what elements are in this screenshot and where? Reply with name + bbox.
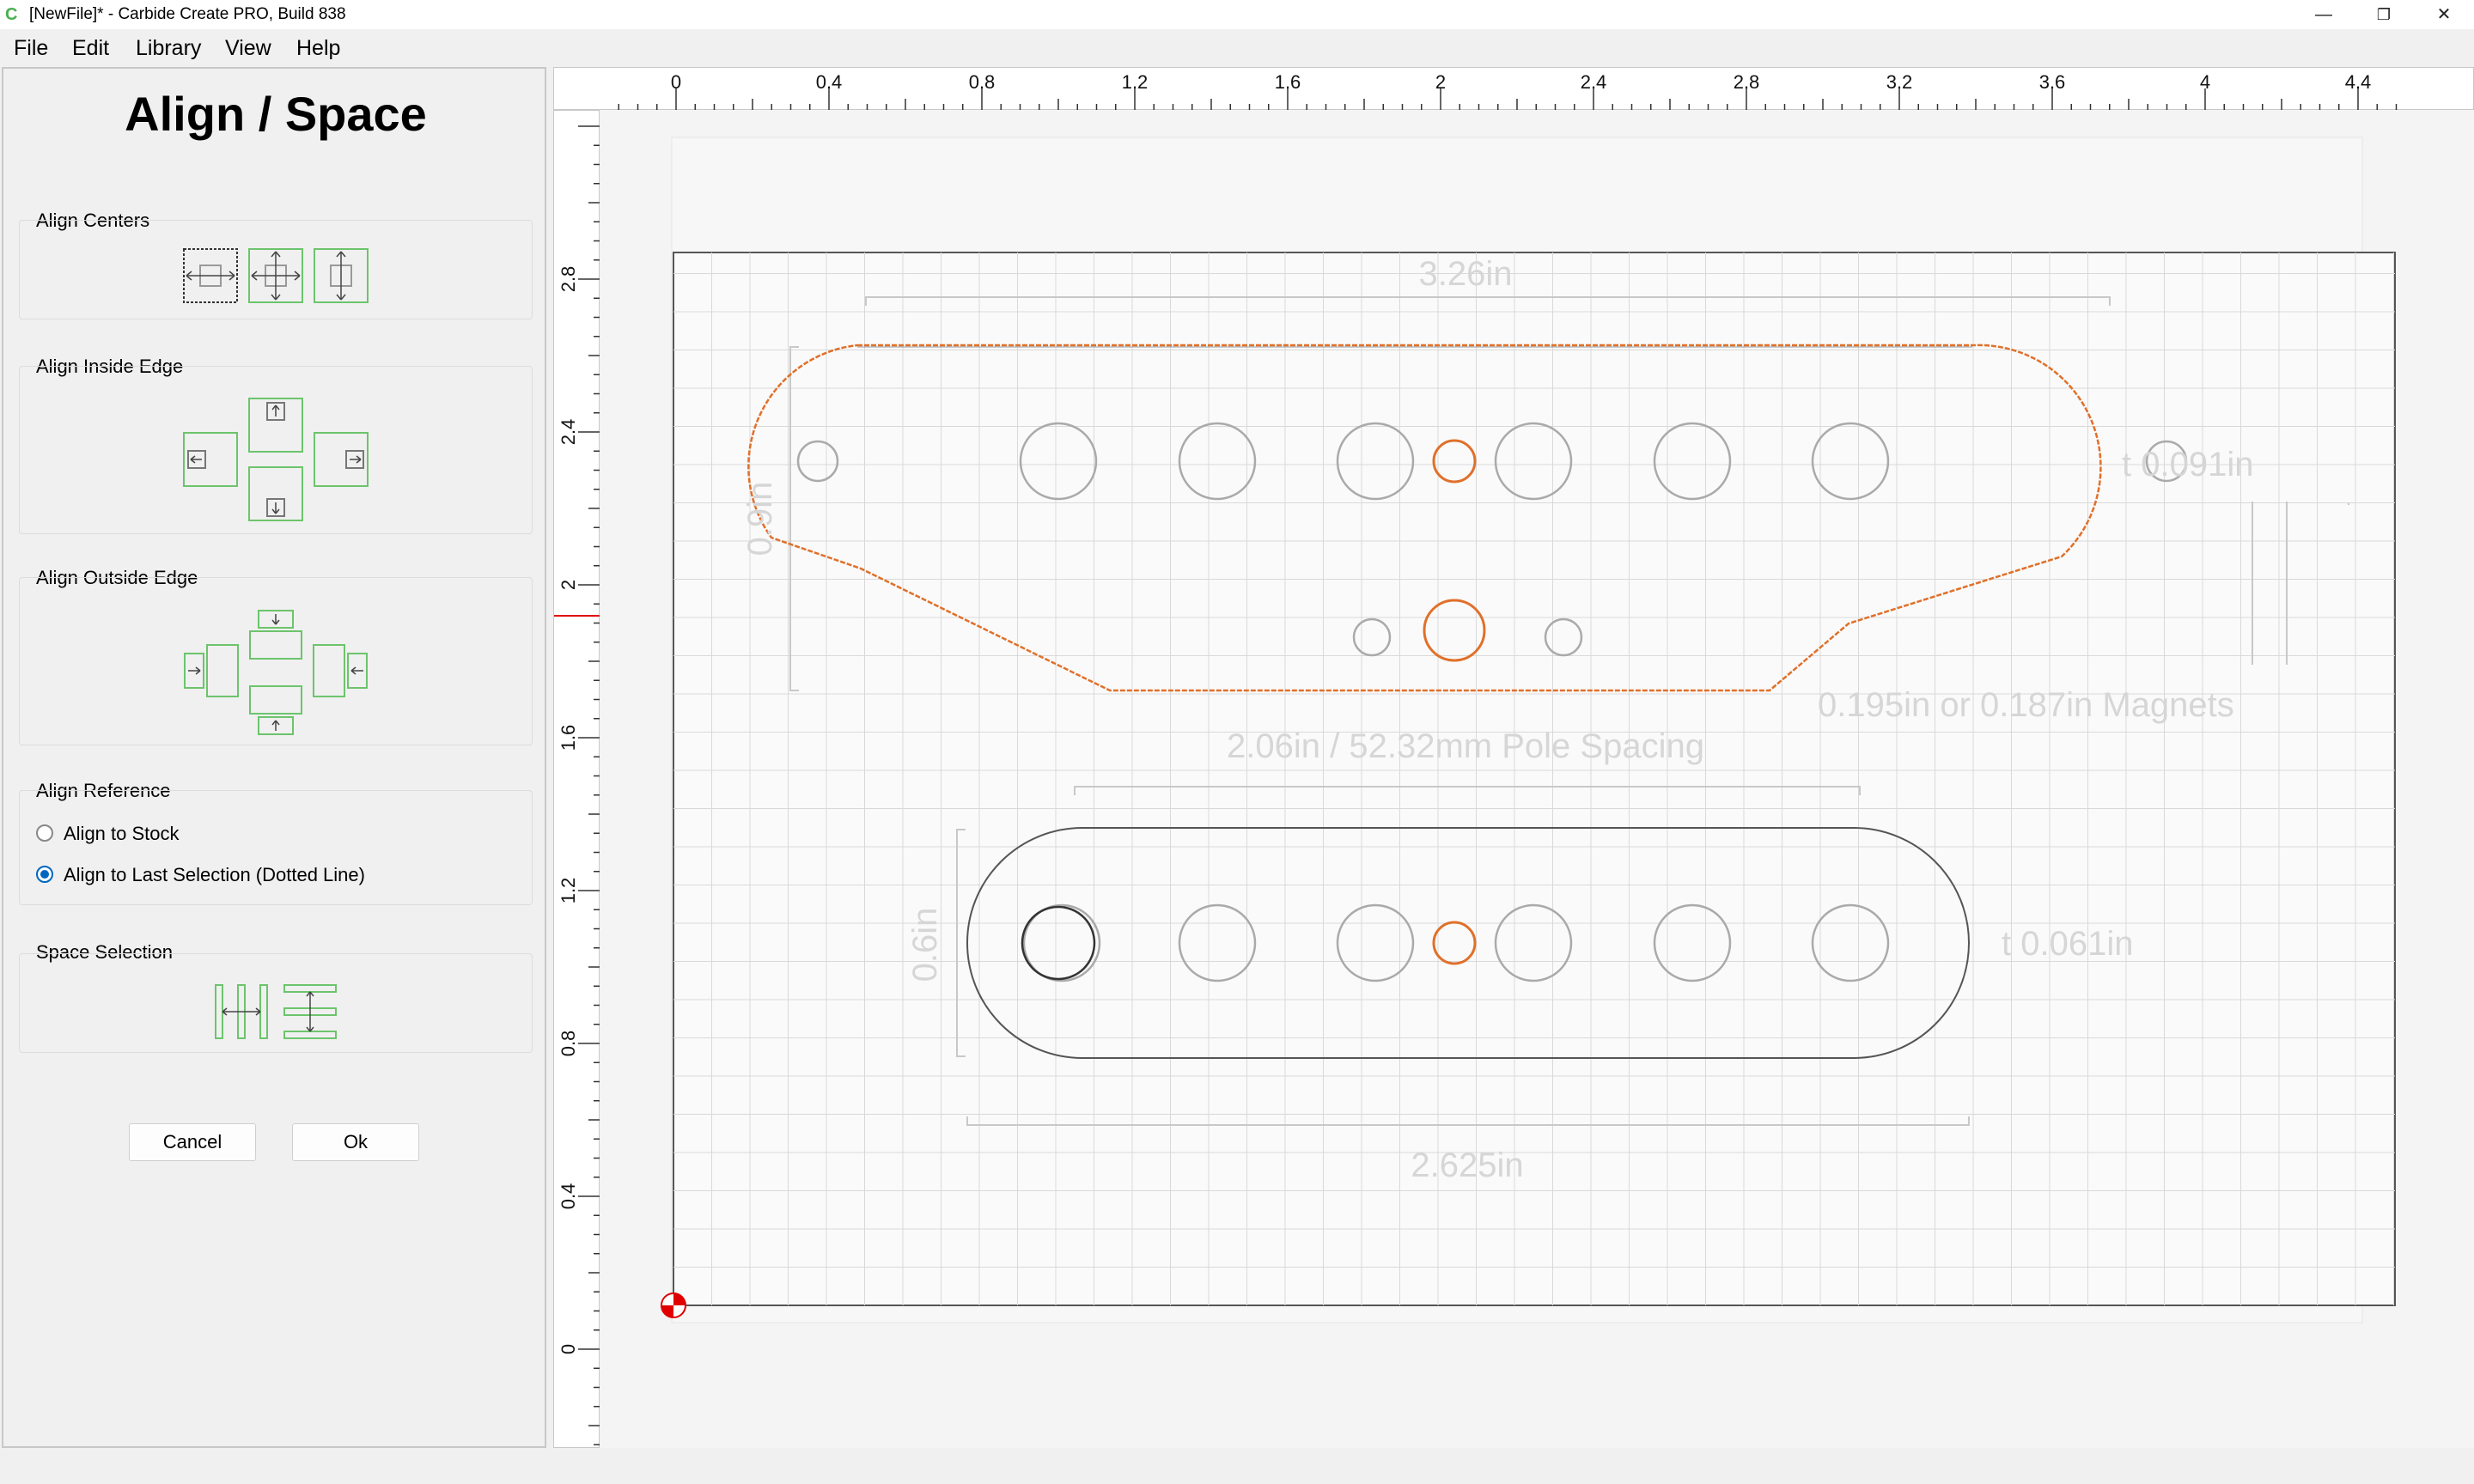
menu-library[interactable]: Library (136, 36, 201, 61)
ruler-v-label: 0.8 (558, 1031, 579, 1057)
ruler-h-label: 3.2 (1886, 71, 1913, 93)
restore-button[interactable]: ❐ (2354, 0, 2414, 29)
ruler-h-label: 1.6 (1275, 71, 1301, 93)
ruler-v-label: 0.4 (558, 1183, 579, 1210)
panel-title: Align / Space (125, 87, 427, 141)
align-outside-right-button[interactable] (303, 643, 369, 698)
minimize-button[interactable]: — (2294, 0, 2354, 29)
dim-top-height: 0.9in (741, 482, 779, 556)
stock-area (673, 252, 2396, 1306)
align-center-both-button[interactable] (248, 248, 303, 303)
menu-bar: File Edit Library View Help (0, 31, 2474, 65)
dim-pole-spacing: 2.06in / 52.32mm Pole Spacing (1227, 727, 1704, 765)
align-to-stock-radio[interactable] (36, 824, 53, 842)
align-inside-top-button[interactable] (248, 398, 303, 453)
origin-marker-icon (661, 1292, 686, 1318)
align-inside-right-button[interactable] (314, 432, 369, 487)
ruler-v-label: 2 (558, 580, 579, 590)
align-inside-left-button[interactable] (183, 432, 238, 487)
ok-button[interactable]: Ok (292, 1123, 419, 1161)
ruler-v-label: 2.4 (558, 419, 579, 446)
ruler-h-label: 2.8 (1734, 71, 1760, 93)
ruler-h-label: 3.6 (2039, 71, 2066, 93)
ruler-h-label: 0.8 (969, 71, 996, 93)
ruler-h-label: 4 (2200, 71, 2210, 93)
design-canvas-graphic: 3.26in 0.9in t 0.091in 0.195in or 0.187i… (661, 137, 2396, 1323)
align-to-last-selection-radio[interactable] (36, 866, 53, 883)
vertical-ruler-graphic: 2.8 2.4 2 1.6 1.2 0.8 0.4 0 (554, 125, 600, 1445)
align-to-stock-label[interactable]: Align to Stock (64, 823, 180, 845)
ruler-h-label: 2 (1435, 71, 1446, 93)
ruler-h-label: 0.4 (816, 71, 843, 93)
dim-bottom-thickness: t 0.061in (2002, 925, 2133, 963)
title-bar: C [NewFile]* - Carbide Create PRO, Build… (0, 0, 2474, 29)
dim-bottom-width: 2.625in (1411, 1146, 1523, 1184)
align-space-panel: Align / Space Align Centers Align Inside… (2, 67, 546, 1448)
align-to-last-selection-label[interactable]: Align to Last Selection (Dotted Line) (64, 864, 365, 886)
align-centers-section (19, 220, 533, 319)
ruler-h-label: 0 (671, 71, 681, 93)
horizontal-ruler[interactable]: 0 0.4 0.8 1.2 1.6 2 2.4 2.8 3.2 3.6 4 4.4 (553, 67, 2474, 111)
align-center-horizontal-button[interactable] (183, 248, 238, 303)
align-outside-edge-section (19, 577, 533, 745)
ruler-v-label: 1.6 (558, 725, 579, 751)
menu-help[interactable]: Help (296, 36, 340, 61)
menu-edit[interactable]: Edit (72, 36, 109, 61)
horizontal-ruler-graphic: 0 0.4 0.8 1.2 1.6 2 2.4 2.8 3.2 3.6 4 4.4 (618, 71, 2398, 111)
menu-view[interactable]: View (225, 36, 271, 61)
menu-file[interactable]: File (14, 36, 48, 61)
dim-top-width: 3.26in (1419, 255, 1513, 293)
align-center-vertical-button[interactable] (314, 248, 369, 303)
space-selection-section (19, 953, 533, 1053)
ruler-v-label: 1.2 (558, 878, 579, 904)
cancel-button[interactable]: Cancel (129, 1123, 256, 1161)
canvas-area: 0 0.4 0.8 1.2 1.6 2 2.4 2.8 3.2 3.6 4 4.4 2.8 2.4 2 1.… (553, 67, 2474, 1448)
align-outside-bottom-button[interactable] (248, 684, 303, 736)
ruler-h-label: 4.4 (2345, 71, 2372, 93)
dim-bottom-height: 0.6in (906, 908, 944, 982)
align-inside-bottom-button[interactable] (248, 466, 303, 521)
align-reference-section (19, 790, 533, 905)
ruler-h-label: 2.4 (1581, 71, 1607, 93)
design-canvas[interactable]: 3.26in 0.9in t 0.091in 0.195in or 0.187i… (600, 110, 2474, 1448)
ruler-v-label: 0 (558, 1344, 579, 1354)
ruler-h-label: 1.2 (1122, 71, 1149, 93)
align-inside-edge-section (19, 366, 533, 534)
dim-magnets: 0.195in or 0.187in Magnets (1818, 686, 2234, 724)
align-outside-left-button[interactable] (183, 643, 248, 698)
carbide-c-icon: C (5, 5, 18, 24)
dim-top-thickness: t 0.091in (2122, 446, 2253, 484)
close-button[interactable]: ✕ (2414, 0, 2474, 29)
align-outside-top-button[interactable] (248, 609, 303, 660)
space-horizontal-button[interactable] (214, 983, 269, 1040)
window-title: [NewFile]* - Carbide Create PRO, Build 8… (29, 5, 346, 23)
space-vertical-button[interactable] (283, 983, 338, 1040)
ruler-v-label: 2.8 (558, 266, 579, 293)
vertical-ruler[interactable]: 2.8 2.4 2 1.6 1.2 0.8 0.4 0 (553, 110, 600, 1448)
